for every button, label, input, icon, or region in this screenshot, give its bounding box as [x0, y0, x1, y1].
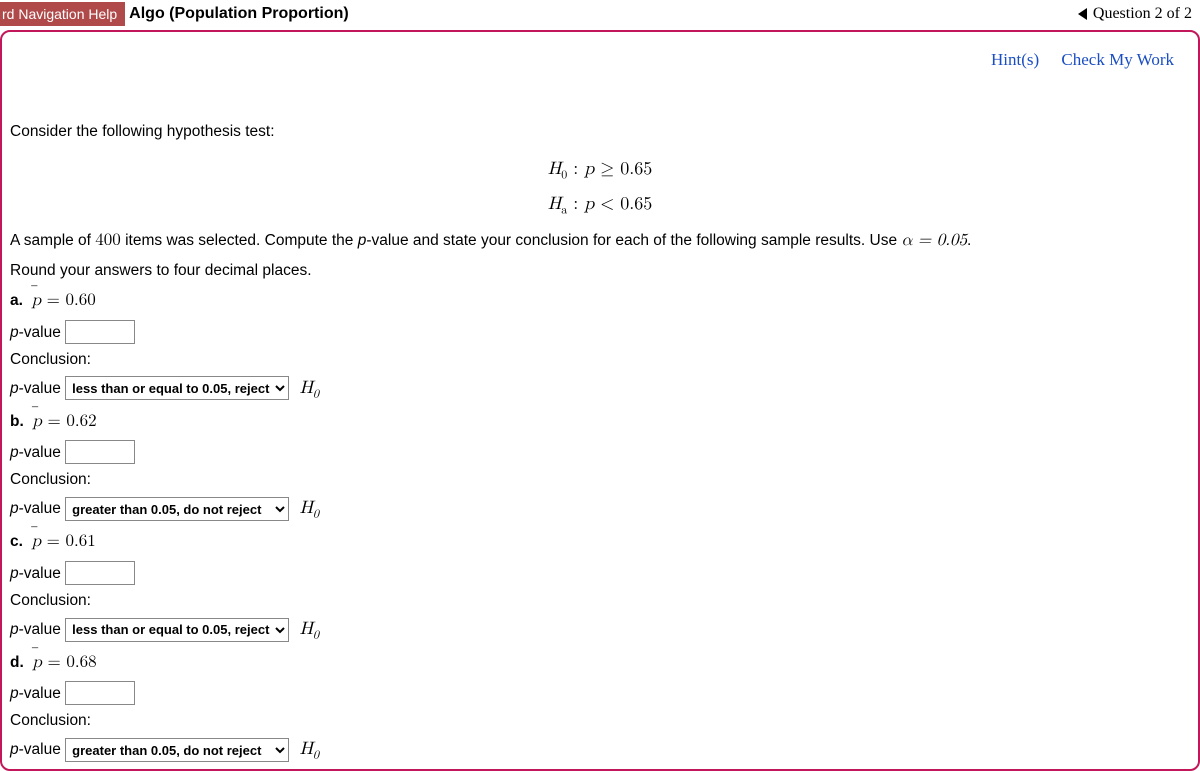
part-c-conclusion-row: p-value less than or equal to 0.05, reje…	[10, 616, 1190, 645]
part-d-conclusion-select[interactable]: greater than 0.05, do not reject less th…	[65, 738, 289, 762]
part-b-conclusion-row: p-value greater than 0.05, do not reject…	[10, 495, 1190, 524]
part-b-header: b. p = 0.62	[10, 409, 1190, 435]
round-instruction: Round your answers to four decimal place…	[10, 259, 1190, 283]
part-d-pvalue-input[interactable]	[65, 681, 135, 705]
nav-help-badge: rd Navigation Help	[0, 2, 125, 26]
prompt-intro: Consider the following hypothesis test:	[10, 120, 1190, 144]
part-a-pvalue-input[interactable]	[65, 320, 135, 344]
part-c-pvalue-row: p-value	[10, 561, 1190, 586]
part-c-conclusion-label: Conclusion:	[10, 589, 1190, 613]
hypotheses-block: H0 : p ≥ 0.65 Ha : p < 0.65	[10, 152, 1190, 223]
question-nav[interactable]: Question 2 of 2	[1078, 5, 1200, 23]
part-a-conclusion-label: Conclusion:	[10, 348, 1190, 372]
part-b-pvalue-row: p-value	[10, 440, 1190, 465]
question-counter: Question 2 of 2	[1093, 5, 1192, 23]
part-a-conclusion-row: p-value less than or equal to 0.05, reje…	[10, 375, 1190, 404]
part-b-conclusion-select[interactable]: greater than 0.05, do not reject less th…	[65, 497, 289, 521]
hints-link[interactable]: Hint(s)	[991, 50, 1039, 69]
page-title: Algo (Population Proportion)	[129, 5, 349, 23]
check-work-link[interactable]: Check My Work	[1061, 50, 1174, 69]
part-d-header: d. p = 0.68	[10, 650, 1190, 676]
part-d-conclusion-row: p-value greater than 0.05, do not reject…	[10, 736, 1190, 765]
part-a-pvalue-row: p-value	[10, 320, 1190, 345]
part-c-pvalue-input[interactable]	[65, 561, 135, 585]
part-c-conclusion-select[interactable]: less than or equal to 0.05, reject great…	[65, 618, 289, 642]
part-a-conclusion-select[interactable]: less than or equal to 0.05, reject great…	[65, 376, 289, 400]
nav-prev-icon[interactable]	[1078, 8, 1087, 20]
part-b-pvalue-input[interactable]	[65, 440, 135, 464]
part-c-header: c. p = 0.61	[10, 529, 1190, 555]
part-b-conclusion-label: Conclusion:	[10, 468, 1190, 492]
part-d-pvalue-row: p-value	[10, 681, 1190, 706]
sample-line: A sample of 400 items was selected. Comp…	[10, 228, 1190, 254]
part-d-conclusion-label: Conclusion:	[10, 709, 1190, 733]
part-a-header: a. p = 0.60	[10, 288, 1190, 314]
question-panel: Hint(s) Check My Work Consider the follo…	[0, 30, 1200, 771]
